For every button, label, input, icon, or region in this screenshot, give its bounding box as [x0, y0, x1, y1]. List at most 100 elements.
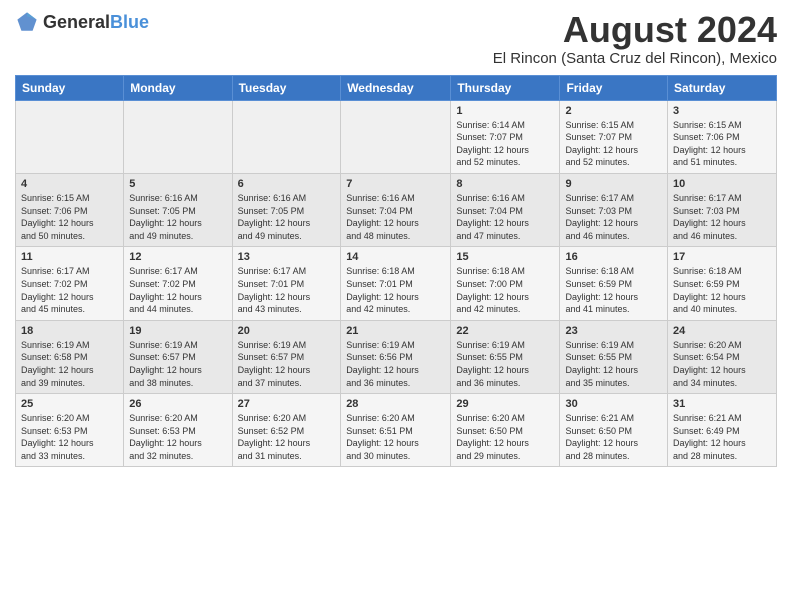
calendar-cell: 14Sunrise: 6:18 AM Sunset: 7:01 PM Dayli… — [341, 247, 451, 320]
day-info: Sunrise: 6:20 AM Sunset: 6:53 PM Dayligh… — [21, 412, 118, 462]
day-info: Sunrise: 6:16 AM Sunset: 7:04 PM Dayligh… — [346, 192, 445, 242]
day-info: Sunrise: 6:21 AM Sunset: 6:49 PM Dayligh… — [673, 412, 771, 462]
calendar-cell — [16, 100, 124, 173]
day-info: Sunrise: 6:15 AM Sunset: 7:06 PM Dayligh… — [673, 119, 771, 169]
calendar-body: 1 Sunrise: 6:14 AM Sunset: 7:07 PM Daylig… — [16, 100, 777, 467]
day-info: Sunrise: 6:18 AM Sunset: 6:59 PM Dayligh… — [565, 265, 662, 315]
day-info: Sunrise: 6:16 AM Sunset: 7:04 PM Dayligh… — [456, 192, 554, 242]
day-info: Sunrise: 6:21 AM Sunset: 6:50 PM Dayligh… — [565, 412, 662, 462]
header-day-sunday: Sunday — [16, 75, 124, 100]
day-number: 22 — [456, 325, 554, 337]
day-info: Sunrise: 6:20 AM Sunset: 6:54 PM Dayligh… — [673, 339, 771, 389]
calendar-cell: 29Sunrise: 6:20 AM Sunset: 6:50 PM Dayli… — [451, 394, 560, 467]
calendar-cell: 1 Sunrise: 6:14 AM Sunset: 7:07 PM Daylig… — [451, 100, 560, 173]
logo-text: GeneralBlue — [43, 12, 149, 33]
day-info: Sunrise: 6:20 AM Sunset: 6:50 PM Dayligh… — [456, 412, 554, 462]
logo-blue: Blue — [110, 12, 149, 32]
calendar-cell: 30 Sunrise: 6:21 AM Sunset: 6:50 PM Dayli… — [560, 394, 668, 467]
day-info: Sunrise: 6:19 AM Sunset: 6:56 PM Dayligh… — [346, 339, 445, 389]
day-number: 3 — [673, 105, 771, 117]
calendar-cell: 15 Sunrise: 6:18 AM Sunset: 7:00 PM Dayli… — [451, 247, 560, 320]
day-number: 1 — [456, 105, 554, 117]
calendar-cell: 19Sunrise: 6:19 AM Sunset: 6:57 PM Dayli… — [124, 320, 232, 393]
day-number: 17 — [673, 251, 771, 263]
day-info: Sunrise: 6:19 AM Sunset: 6:58 PM Dayligh… — [21, 339, 118, 389]
day-info: Sunrise: 6:20 AM Sunset: 6:52 PM Dayligh… — [238, 412, 336, 462]
day-info: Sunrise: 6:17 AM Sunset: 7:01 PM Dayligh… — [238, 265, 336, 315]
header-day-thursday: Thursday — [451, 75, 560, 100]
page-header: GeneralBlue August 2024 El Rincon (Santa… — [15, 10, 777, 67]
calendar-cell: 23 Sunrise: 6:19 AM Sunset: 6:55 PM Dayli… — [560, 320, 668, 393]
calendar-cell: 5 Sunrise: 6:16 AM Sunset: 7:05 PM Daylig… — [124, 173, 232, 246]
header-day-monday: Monday — [124, 75, 232, 100]
calendar-cell — [341, 100, 451, 173]
calendar-cell: 8Sunrise: 6:16 AM Sunset: 7:04 PM Daylig… — [451, 173, 560, 246]
day-number: 20 — [238, 325, 336, 337]
day-number: 25 — [21, 398, 118, 410]
day-number: 4 — [21, 178, 118, 190]
day-info: Sunrise: 6:18 AM Sunset: 7:00 PM Dayligh… — [456, 265, 554, 315]
header-day-wednesday: Wednesday — [341, 75, 451, 100]
day-info: Sunrise: 6:17 AM Sunset: 7:03 PM Dayligh… — [673, 192, 771, 242]
calendar-week-2: 4 Sunrise: 6:15 AM Sunset: 7:06 PM Daylig… — [16, 173, 777, 246]
calendar-cell: 11 Sunrise: 6:17 AM Sunset: 7:02 PM Dayli… — [16, 247, 124, 320]
day-number: 7 — [346, 178, 445, 190]
day-info: Sunrise: 6:19 AM Sunset: 6:55 PM Dayligh… — [565, 339, 662, 389]
calendar-cell: 22Sunrise: 6:19 AM Sunset: 6:55 PM Dayli… — [451, 320, 560, 393]
day-number: 23 — [565, 325, 662, 337]
calendar-cell: 16 Sunrise: 6:18 AM Sunset: 6:59 PM Dayli… — [560, 247, 668, 320]
day-number: 28 — [346, 398, 445, 410]
day-number: 30 — [565, 398, 662, 410]
day-info: Sunrise: 6:16 AM Sunset: 7:05 PM Dayligh… — [238, 192, 336, 242]
calendar-cell — [232, 100, 341, 173]
day-info: Sunrise: 6:16 AM Sunset: 7:05 PM Dayligh… — [129, 192, 226, 242]
day-info: Sunrise: 6:15 AM Sunset: 7:06 PM Dayligh… — [21, 192, 118, 242]
logo: GeneralBlue — [15, 10, 149, 34]
calendar-week-5: 25 Sunrise: 6:20 AM Sunset: 6:53 PM Dayli… — [16, 394, 777, 467]
calendar-cell: 4 Sunrise: 6:15 AM Sunset: 7:06 PM Daylig… — [16, 173, 124, 246]
day-number: 6 — [238, 178, 336, 190]
calendar-cell: 21Sunrise: 6:19 AM Sunset: 6:56 PM Dayli… — [341, 320, 451, 393]
day-number: 31 — [673, 398, 771, 410]
calendar-cell: 31 Sunrise: 6:21 AM Sunset: 6:49 PM Dayli… — [668, 394, 777, 467]
logo-icon — [15, 10, 39, 34]
calendar-cell: 24 Sunrise: 6:20 AM Sunset: 6:54 PM Dayli… — [668, 320, 777, 393]
day-number: 13 — [238, 251, 336, 263]
day-number: 10 — [673, 178, 771, 190]
day-number: 5 — [129, 178, 226, 190]
day-number: 18 — [21, 325, 118, 337]
calendar-cell: 28Sunrise: 6:20 AM Sunset: 6:51 PM Dayli… — [341, 394, 451, 467]
day-number: 9 — [565, 178, 662, 190]
day-number: 24 — [673, 325, 771, 337]
calendar-cell: 20 Sunrise: 6:19 AM Sunset: 6:57 PM Dayli… — [232, 320, 341, 393]
calendar-cell: 12 Sunrise: 6:17 AM Sunset: 7:02 PM Dayli… — [124, 247, 232, 320]
day-info: Sunrise: 6:20 AM Sunset: 6:53 PM Dayligh… — [129, 412, 226, 462]
day-info: Sunrise: 6:19 AM Sunset: 6:57 PM Dayligh… — [238, 339, 336, 389]
day-number: 11 — [21, 251, 118, 263]
logo-general: General — [43, 12, 110, 32]
day-info: Sunrise: 6:17 AM Sunset: 7:03 PM Dayligh… — [565, 192, 662, 242]
calendar-header: SundayMondayTuesdayWednesdayThursdayFrid… — [16, 75, 777, 100]
day-info: Sunrise: 6:17 AM Sunset: 7:02 PM Dayligh… — [129, 265, 226, 315]
calendar-cell: 13 Sunrise: 6:17 AM Sunset: 7:01 PM Dayli… — [232, 247, 341, 320]
day-number: 12 — [129, 251, 226, 263]
calendar-week-1: 1 Sunrise: 6:14 AM Sunset: 7:07 PM Daylig… — [16, 100, 777, 173]
day-info: Sunrise: 6:19 AM Sunset: 6:57 PM Dayligh… — [129, 339, 226, 389]
day-info: Sunrise: 6:17 AM Sunset: 7:02 PM Dayligh… — [21, 265, 118, 315]
day-number: 14 — [346, 251, 445, 263]
location-subtitle: El Rincon (Santa Cruz del Rincon), Mexic… — [493, 50, 777, 67]
header-day-friday: Friday — [560, 75, 668, 100]
calendar-cell: 7 Sunrise: 6:16 AM Sunset: 7:04 PM Daylig… — [341, 173, 451, 246]
day-number: 16 — [565, 251, 662, 263]
day-number: 15 — [456, 251, 554, 263]
day-number: 27 — [238, 398, 336, 410]
calendar-week-3: 11 Sunrise: 6:17 AM Sunset: 7:02 PM Dayli… — [16, 247, 777, 320]
header-row: SundayMondayTuesdayWednesdayThursdayFrid… — [16, 75, 777, 100]
calendar-cell: 2Sunrise: 6:15 AM Sunset: 7:07 PM Daylig… — [560, 100, 668, 173]
calendar-week-4: 18 Sunrise: 6:19 AM Sunset: 6:58 PM Dayli… — [16, 320, 777, 393]
day-number: 26 — [129, 398, 226, 410]
month-year-title: August 2024 — [493, 10, 777, 50]
title-block: August 2024 El Rincon (Santa Cruz del Ri… — [493, 10, 777, 67]
day-info: Sunrise: 6:14 AM Sunset: 7:07 PM Dayligh… — [456, 119, 554, 169]
calendar-cell — [124, 100, 232, 173]
